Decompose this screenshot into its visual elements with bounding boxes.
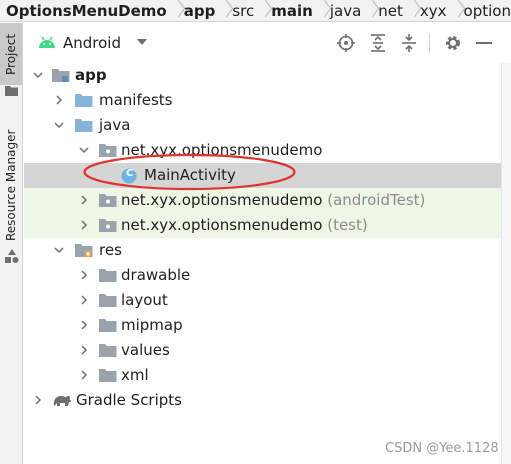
folder-icon bbox=[75, 94, 93, 107]
tree-row-layout[interactable]: layout bbox=[24, 288, 501, 313]
tree-row-package-test[interactable]: net.xyx.optionsmenudemo (test) bbox=[24, 213, 501, 238]
tree-label: net.xyx.optionsmenudemo bbox=[121, 191, 323, 209]
scrollbar[interactable] bbox=[501, 63, 511, 464]
tree-row-mipmap[interactable]: mipmap bbox=[24, 313, 501, 338]
collapse-all-icon[interactable] bbox=[401, 34, 417, 52]
breadcrumb-item-project[interactable]: OptionsMenuDemo bbox=[6, 2, 167, 20]
tree-label: manifests bbox=[99, 91, 173, 109]
breadcrumb-item-xyx[interactable]: xyx bbox=[420, 2, 447, 20]
tree-label: layout bbox=[121, 291, 168, 309]
tree-label-group: net.xyx.optionsmenudemo (test) bbox=[121, 216, 368, 234]
watermark: CSDN @Yee.1128 bbox=[385, 441, 499, 456]
tree-label: MainActivity bbox=[144, 166, 236, 184]
folder-icon bbox=[99, 269, 117, 282]
resource-manager-tab-label: Resource Manager bbox=[4, 129, 18, 242]
package-icon bbox=[99, 219, 117, 232]
minimize-icon[interactable] bbox=[476, 42, 492, 45]
tree-label: values bbox=[121, 341, 170, 359]
tree-row-java[interactable]: java bbox=[24, 113, 501, 138]
project-tab-label: Project bbox=[4, 33, 18, 75]
tree-label: drawable bbox=[121, 266, 191, 284]
expand-all-icon[interactable] bbox=[370, 34, 386, 52]
tree-label-group: net.xyx.optionsmenudemo (androidTest) bbox=[121, 191, 425, 209]
chevron-right-icon[interactable] bbox=[33, 395, 43, 405]
tree-label: res bbox=[99, 241, 122, 259]
breadcrumb-item-app[interactable]: app bbox=[184, 2, 216, 20]
breadcrumb-item-option[interactable]: option bbox=[464, 2, 511, 20]
module-folder-icon bbox=[52, 69, 70, 82]
tree-row-app[interactable]: app bbox=[24, 63, 501, 88]
tool-window-strip: Project Resource Manager bbox=[0, 23, 23, 464]
tree-label: net.xyx.optionsmenudemo bbox=[121, 141, 323, 159]
breadcrumb: OptionsMenuDemo app src main java net xy… bbox=[0, 0, 511, 22]
chevron-down-icon[interactable] bbox=[54, 245, 64, 255]
chevron-right-icon[interactable] bbox=[79, 345, 89, 355]
breadcrumb-separator bbox=[260, 0, 265, 21]
breadcrumb-item-main[interactable]: main bbox=[271, 2, 313, 20]
chevron-right-icon[interactable] bbox=[79, 270, 89, 280]
project-panel-header: Android bbox=[24, 23, 511, 63]
project-tool-tab[interactable]: Project bbox=[0, 23, 22, 85]
package-icon bbox=[99, 144, 117, 157]
breadcrumb-separator bbox=[173, 0, 178, 21]
tree-label-suffix: (test) bbox=[327, 216, 368, 234]
locate-icon[interactable] bbox=[337, 34, 355, 52]
tree-row-package-android-test[interactable]: net.xyx.optionsmenudemo (androidTest) bbox=[24, 188, 501, 213]
tree-row-drawable[interactable]: drawable bbox=[24, 263, 501, 288]
chevron-right-icon[interactable] bbox=[79, 295, 89, 305]
class-badge-letter: C bbox=[126, 168, 134, 179]
tree-row-gradle-scripts[interactable]: Gradle Scripts bbox=[24, 388, 501, 413]
tree-label: java bbox=[99, 116, 131, 134]
folder-icon bbox=[99, 369, 117, 382]
tree-label: mipmap bbox=[121, 316, 183, 334]
chevron-down-icon[interactable] bbox=[54, 120, 64, 130]
toolbar-divider bbox=[429, 33, 430, 53]
tree-label: xml bbox=[121, 366, 149, 384]
chevron-right-icon[interactable] bbox=[79, 220, 89, 230]
breadcrumb-item-java[interactable]: java bbox=[330, 2, 361, 20]
tree-row-manifests[interactable]: manifests bbox=[24, 88, 501, 113]
chevron-down-icon[interactable] bbox=[137, 39, 147, 45]
package-icon bbox=[99, 194, 117, 207]
tree-label: net.xyx.optionsmenudemo bbox=[121, 216, 323, 234]
tree-label: app bbox=[75, 66, 107, 84]
resources-icon[interactable] bbox=[5, 249, 19, 263]
chevron-right-icon[interactable] bbox=[79, 320, 89, 330]
tree-label-suffix: (androidTest) bbox=[327, 191, 426, 209]
tree-label: Gradle Scripts bbox=[76, 391, 182, 409]
resource-manager-tool-tab[interactable]: Resource Manager bbox=[0, 128, 22, 243]
chevron-down-icon[interactable] bbox=[33, 70, 43, 80]
folder-icon bbox=[99, 344, 117, 357]
gradle-elephant-icon bbox=[53, 396, 71, 406]
breadcrumb-item-net[interactable]: net bbox=[378, 2, 403, 20]
breadcrumb-separator bbox=[319, 0, 324, 21]
folder-icon[interactable] bbox=[5, 85, 18, 96]
chevron-down-icon[interactable] bbox=[79, 145, 89, 155]
tree-row-xml[interactable]: xml bbox=[24, 363, 501, 388]
gear-icon[interactable] bbox=[444, 34, 462, 52]
chevron-right-icon[interactable] bbox=[79, 370, 89, 380]
tree-row-package-main[interactable]: net.xyx.optionsmenudemo bbox=[24, 138, 501, 163]
android-icon bbox=[39, 36, 55, 48]
breadcrumb-separator bbox=[409, 0, 414, 21]
breadcrumb-separator bbox=[367, 0, 372, 21]
tree-row-res[interactable]: res bbox=[24, 238, 501, 263]
project-tree: app manifests java net.xyx.optionsmenude… bbox=[24, 63, 501, 464]
chevron-right-icon[interactable] bbox=[54, 95, 64, 105]
folder-icon bbox=[75, 119, 93, 132]
folder-icon bbox=[99, 294, 117, 307]
breadcrumb-separator bbox=[221, 0, 226, 21]
tree-row-values[interactable]: values bbox=[24, 338, 501, 363]
resources-folder-icon bbox=[75, 244, 93, 257]
breadcrumb-separator bbox=[453, 0, 458, 21]
breadcrumb-item-src[interactable]: src bbox=[232, 2, 254, 20]
folder-icon bbox=[99, 319, 117, 332]
chevron-right-icon[interactable] bbox=[79, 195, 89, 205]
view-selector-label[interactable]: Android bbox=[63, 34, 121, 52]
tree-row-main-activity[interactable]: C MainActivity bbox=[24, 163, 501, 188]
